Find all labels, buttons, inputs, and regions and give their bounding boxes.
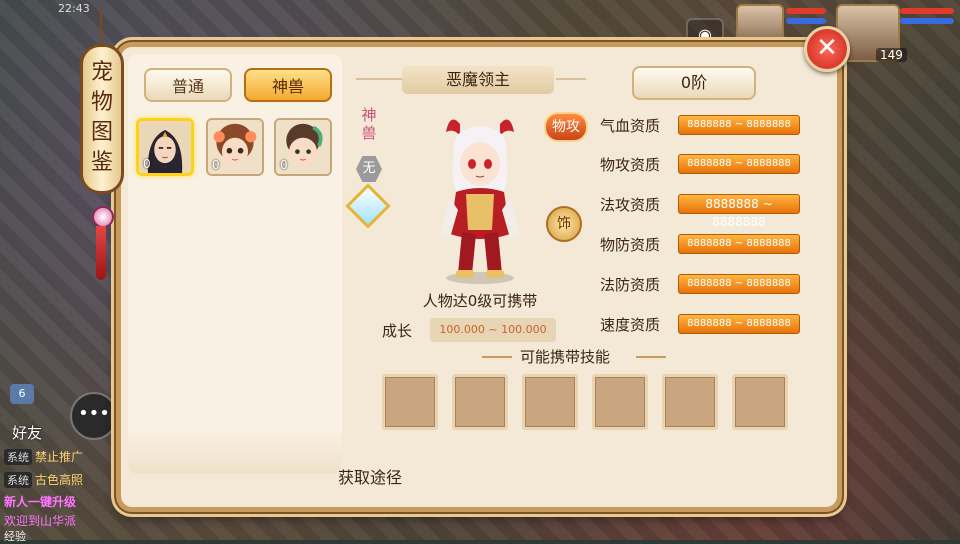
chat-line: 系统 禁止推广	[4, 448, 83, 465]
stat-label-phys-atk: 物攻资质	[600, 156, 661, 174]
tab-divine-beast[interactable]: 神兽	[244, 68, 332, 102]
title-ornament-left	[356, 78, 406, 80]
pet-hp-bar	[786, 8, 826, 14]
chat-line: 系统 古色高照	[4, 471, 83, 488]
rank-button[interactable]: 0阶	[632, 66, 756, 100]
skills-ornament-right	[636, 356, 666, 358]
divine-beast-label: 神 兽	[361, 106, 377, 142]
chat-line: 经验	[4, 530, 26, 543]
chat-line: 新人一键升级	[4, 495, 77, 509]
stat-value-phys-atk: 8888888 ~ 8888888	[678, 154, 800, 174]
demon-lord-figure	[440, 119, 520, 284]
close-icon[interactable]: ✕	[804, 26, 850, 72]
stat-label-mag-atk: 法攻资质	[600, 196, 661, 214]
panel-title: 宠 物 图 鉴	[90, 60, 113, 175]
player-hp-bar	[900, 8, 954, 14]
stat-value-hp: 8888888 ~ 8888888	[678, 115, 800, 135]
physical-attack-badge: 物攻	[544, 112, 588, 142]
friends-button[interactable]: 好友	[12, 422, 42, 443]
lantern-cord	[100, 8, 102, 48]
pet-card-flower-girl[interactable]: 0	[206, 118, 264, 176]
carry-requirement: 人物达0级可携带	[422, 292, 538, 310]
skills-title: 可能携带技能	[520, 348, 611, 366]
chat-line: 欢迎到山华派	[4, 514, 77, 528]
skill-slot-2[interactable]	[452, 374, 508, 430]
charm-icon	[92, 206, 114, 228]
pet-name-title: 恶魔领主	[402, 66, 554, 94]
notification-badge[interactable]: 6	[10, 384, 34, 404]
pet-mp-bar	[786, 18, 826, 24]
ornament-icon[interactable]: 饰	[546, 206, 582, 242]
stat-label-hp: 气血资质	[600, 117, 661, 135]
player-mp-bar	[900, 18, 954, 24]
stat-label-phys-def: 物防资质	[600, 236, 661, 254]
stat-value-phys-def: 8888888 ~ 8888888	[678, 234, 800, 254]
stat-value-mag-def: 8888888 ~ 8888888	[678, 274, 800, 294]
stat-label-mag-def: 法防资质	[600, 276, 661, 294]
pet-card-scholar-child[interactable]: 0	[274, 118, 332, 176]
pet-list-footer	[128, 430, 342, 474]
skill-slot-5[interactable]	[662, 374, 718, 430]
skills-ornament-left	[482, 356, 512, 358]
growth-label: 成长	[382, 322, 413, 340]
title-ornament-right	[556, 78, 586, 80]
tassel-icon	[96, 226, 106, 280]
pet-list-area	[128, 54, 342, 474]
skill-slot-3[interactable]	[522, 374, 578, 430]
tab-normal[interactable]: 普通	[144, 68, 232, 102]
chat-bubble-icon[interactable]: •••	[70, 392, 118, 440]
growth-value: 100.000 ~ 100.000	[430, 318, 556, 342]
skill-slot-6[interactable]	[732, 374, 788, 430]
pet-card-demon-lord[interactable]: 0	[136, 118, 194, 176]
stat-label-speed: 速度资质	[600, 316, 661, 334]
stat-value-mag-atk: 8888888 ~ 8888888	[678, 194, 800, 229]
skill-slot-1[interactable]	[382, 374, 438, 430]
clock: 22:43	[58, 2, 90, 15]
player-level: 149	[876, 48, 907, 62]
stat-value-speed: 8888888 ~ 8888888	[678, 314, 800, 334]
skill-slot-4[interactable]	[592, 374, 648, 430]
acquisition-source-label: 获取途径	[338, 468, 403, 487]
